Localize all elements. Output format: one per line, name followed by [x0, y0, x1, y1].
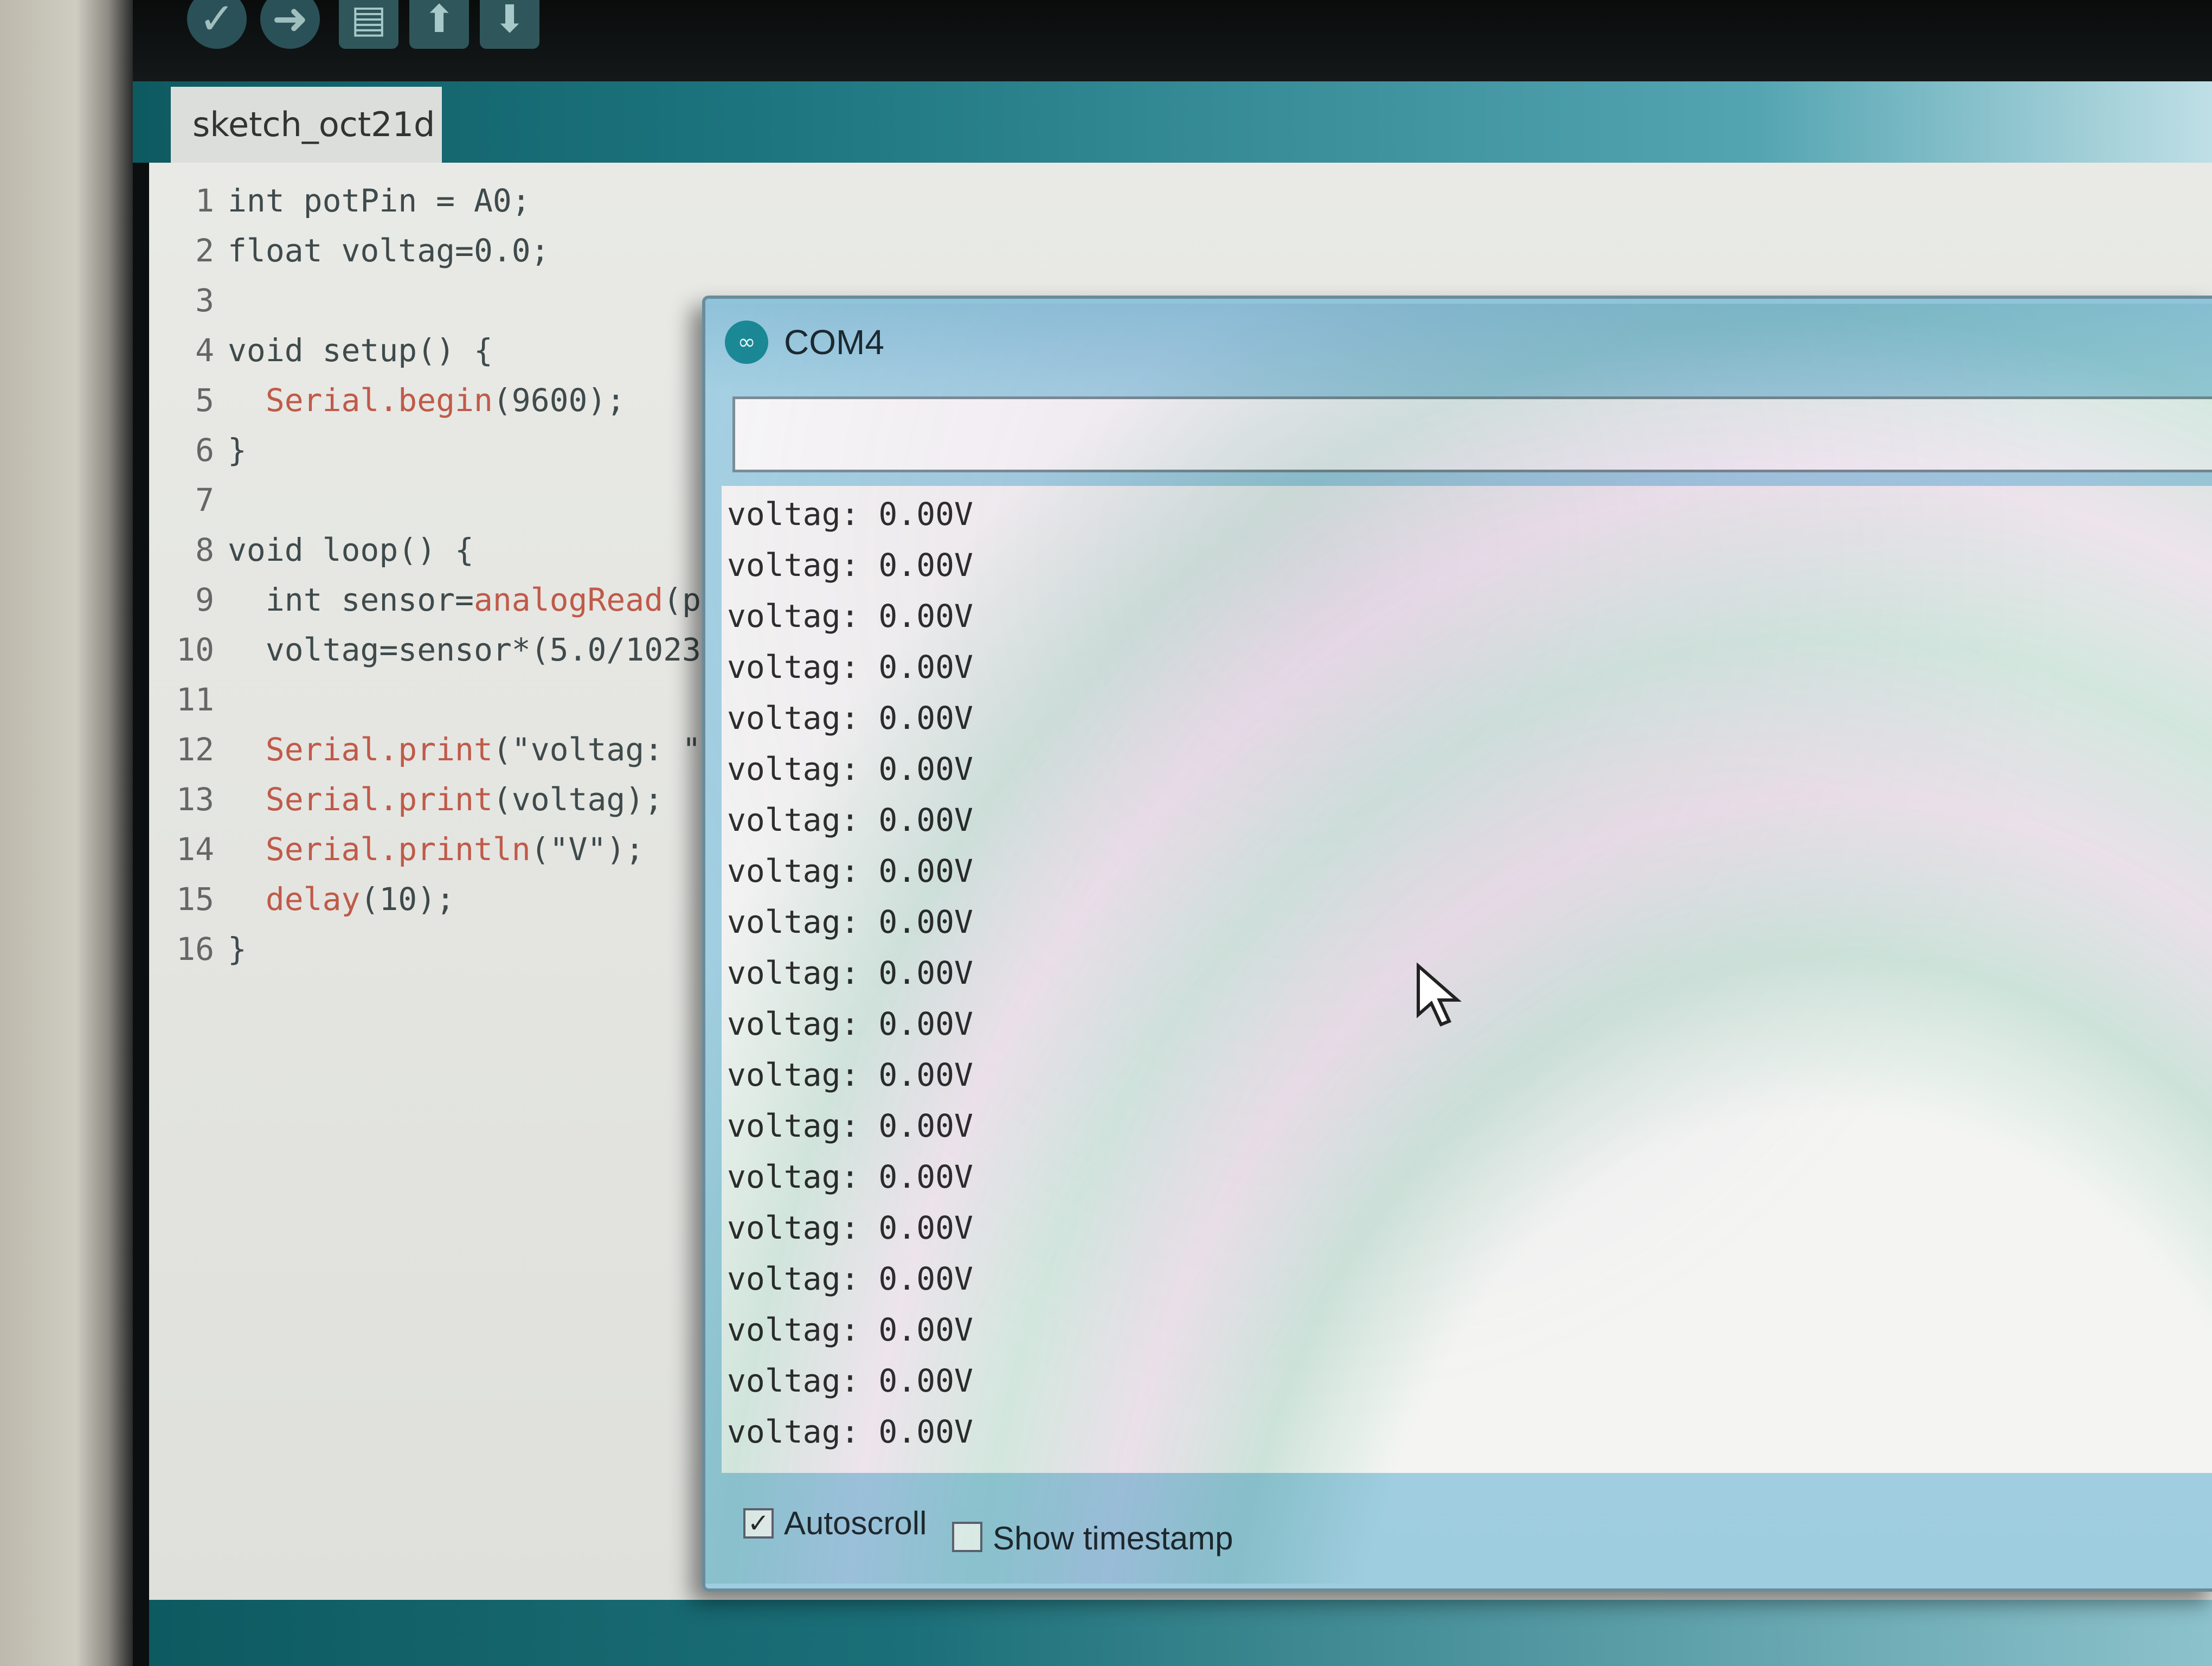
line-number: 8: [195, 531, 214, 568]
code-token: ("V");: [530, 831, 645, 868]
code-token: (voltag);: [492, 781, 664, 818]
status-bar: [149, 1600, 2212, 1666]
code-token: }: [228, 432, 247, 469]
file-icon: ▤: [350, 0, 387, 41]
serial-output-line: voltag: 0.00V: [727, 1362, 973, 1399]
toolbar: ✓ ➜ ▤ ⬆ ⬇: [133, 0, 2212, 81]
open-button[interactable]: ⬆: [409, 0, 469, 49]
code-token: }: [228, 931, 247, 967]
serial-output-line: voltag: 0.00V: [727, 1005, 973, 1042]
monitor-bezel: [0, 0, 136, 1666]
code-token: delay: [228, 881, 361, 918]
code-token: int potPin = A0;: [228, 182, 531, 219]
code-token: Serial.print: [228, 781, 493, 818]
upload-button[interactable]: ➜: [260, 0, 320, 49]
line-number: 13: [176, 781, 214, 818]
line-number: 10: [176, 631, 214, 668]
code-token: ("voltag: "): [492, 731, 720, 768]
line-number: 14: [176, 831, 214, 868]
code-line[interactable]: 1 int potPin = A0;: [149, 176, 908, 225]
serial-monitor-window: ∞ COM4 voltag: 0.00V voltag: 0.00V voltag:…: [702, 296, 2212, 1592]
mouse-pointer-icon: [1417, 963, 1462, 1027]
code-token: void setup() {: [228, 332, 493, 369]
arrow-down-icon: ⬇: [493, 0, 526, 41]
show-timestamp-checkbox[interactable]: [952, 1522, 982, 1552]
code-token: Serial.print: [228, 731, 493, 768]
line-number: 5: [195, 382, 214, 419]
line-number: 2: [195, 232, 214, 269]
serial-output-area[interactable]: voltag: 0.00V voltag: 0.00V voltag: 0.00V v…: [722, 486, 2212, 1473]
serial-output-line: voltag: 0.00V: [727, 547, 973, 584]
autoscroll-checkbox[interactable]: ✓: [743, 1508, 774, 1539]
arduino-logo-icon: ∞: [725, 321, 768, 364]
verify-button[interactable]: ✓: [187, 0, 247, 49]
serial-output-line: voltag: 0.00V: [727, 1158, 973, 1195]
autoscroll-label: Autoscroll: [784, 1505, 927, 1541]
check-icon: ✓: [198, 0, 235, 44]
code-token: voltag=sensor*(5.0/1023.: [228, 631, 720, 668]
line-number: 1: [195, 182, 214, 219]
serial-monitor-title: COM4: [784, 323, 884, 362]
line-number: 12: [176, 731, 214, 768]
serial-footer: ✓ Autoscroll Show timestamp: [722, 1478, 2212, 1581]
code-token: Serial.begin: [228, 382, 493, 419]
line-number: 16: [176, 931, 214, 967]
show-timestamp-label: Show timestamp: [993, 1520, 1233, 1556]
line-number: 11: [176, 681, 214, 718]
serial-output-line: voltag: 0.00V: [727, 954, 973, 991]
line-number: 7: [195, 482, 214, 518]
code-line[interactable]: 2 float voltag=0.0;: [149, 226, 908, 275]
serial-send-input[interactable]: [732, 396, 2212, 472]
line-number: 9: [195, 581, 214, 618]
serial-output-line: voltag: 0.00V: [727, 1311, 973, 1348]
serial-output-line: voltag: 0.00V: [727, 1260, 973, 1297]
serial-output-line: voltag: 0.00V: [727, 904, 973, 940]
code-token: (10);: [360, 881, 455, 918]
tab-bar: sketch_oct21d: [133, 81, 2212, 163]
serial-output-line: voltag: 0.00V: [727, 1107, 973, 1144]
serial-output-line: voltag: 0.00V: [727, 1209, 973, 1246]
code-token: analogRead: [473, 581, 664, 618]
tab-sketch[interactable]: sketch_oct21d: [171, 87, 442, 163]
code-token: void loop() {: [228, 531, 474, 568]
serial-output-line: voltag: 0.00V: [727, 853, 973, 889]
serial-output-line: voltag: 0.00V: [727, 802, 973, 838]
serial-output-line: voltag: 0.00V: [727, 700, 973, 736]
code-token: (9600);: [492, 382, 626, 419]
serial-output-line: voltag: 0.00V: [727, 496, 973, 533]
code-token: float voltag=0.0;: [228, 232, 550, 269]
line-number: 4: [195, 332, 214, 369]
serial-output-line: voltag: 0.00V: [727, 751, 973, 787]
code-token: Serial.println: [228, 831, 531, 868]
line-number: 6: [195, 432, 214, 469]
serial-output-line: voltag: 0.00V: [727, 1056, 973, 1093]
new-button[interactable]: ▤: [339, 0, 398, 49]
serial-output-line: voltag: 0.00V: [727, 598, 973, 635]
arduino-ide-window: ✓ ➜ ▤ ⬆ ⬇ sketch_oct21d 1 int potPin = A0…: [133, 0, 2212, 1666]
save-button[interactable]: ⬇: [480, 0, 539, 49]
line-number: 3: [195, 282, 214, 319]
serial-output-line: voltag: 0.00V: [727, 1413, 973, 1450]
arrow-up-icon: ⬆: [423, 0, 455, 41]
code-token: int sensor=: [228, 581, 474, 618]
serial-output-line: voltag: 0.00V: [727, 649, 973, 685]
checkmark-icon: ✓: [747, 1508, 770, 1539]
arrow-right-icon: ➜: [272, 0, 308, 44]
line-number: 15: [176, 881, 214, 918]
